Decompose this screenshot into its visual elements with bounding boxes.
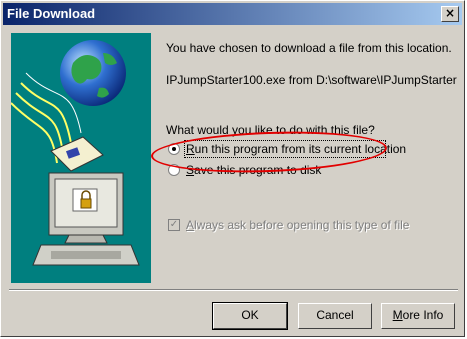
close-icon: ×: [444, 6, 456, 20]
title-bar[interactable]: File Download ×: [3, 3, 462, 25]
globe-computer-icon: [11, 40, 140, 266]
more-info-button[interactable]: More Info: [381, 303, 455, 329]
intro-text: You have chosen to download a file from …: [166, 41, 452, 55]
file-source-text: IPJumpStarter100.exe from D:\software\IP…: [166, 73, 457, 87]
cancel-button[interactable]: Cancel: [298, 303, 372, 329]
checkbox-label: Always ask before opening this type of f…: [186, 218, 410, 232]
close-button[interactable]: ×: [441, 6, 459, 22]
download-illustration: [11, 33, 151, 283]
dialog-title: File Download: [7, 6, 96, 21]
ok-button[interactable]: OK: [212, 302, 288, 330]
checkbox-box[interactable]: ✓: [168, 219, 180, 231]
file-download-dialog: File Download × You have chosen to downl…: [0, 0, 465, 337]
separator: [9, 289, 458, 291]
